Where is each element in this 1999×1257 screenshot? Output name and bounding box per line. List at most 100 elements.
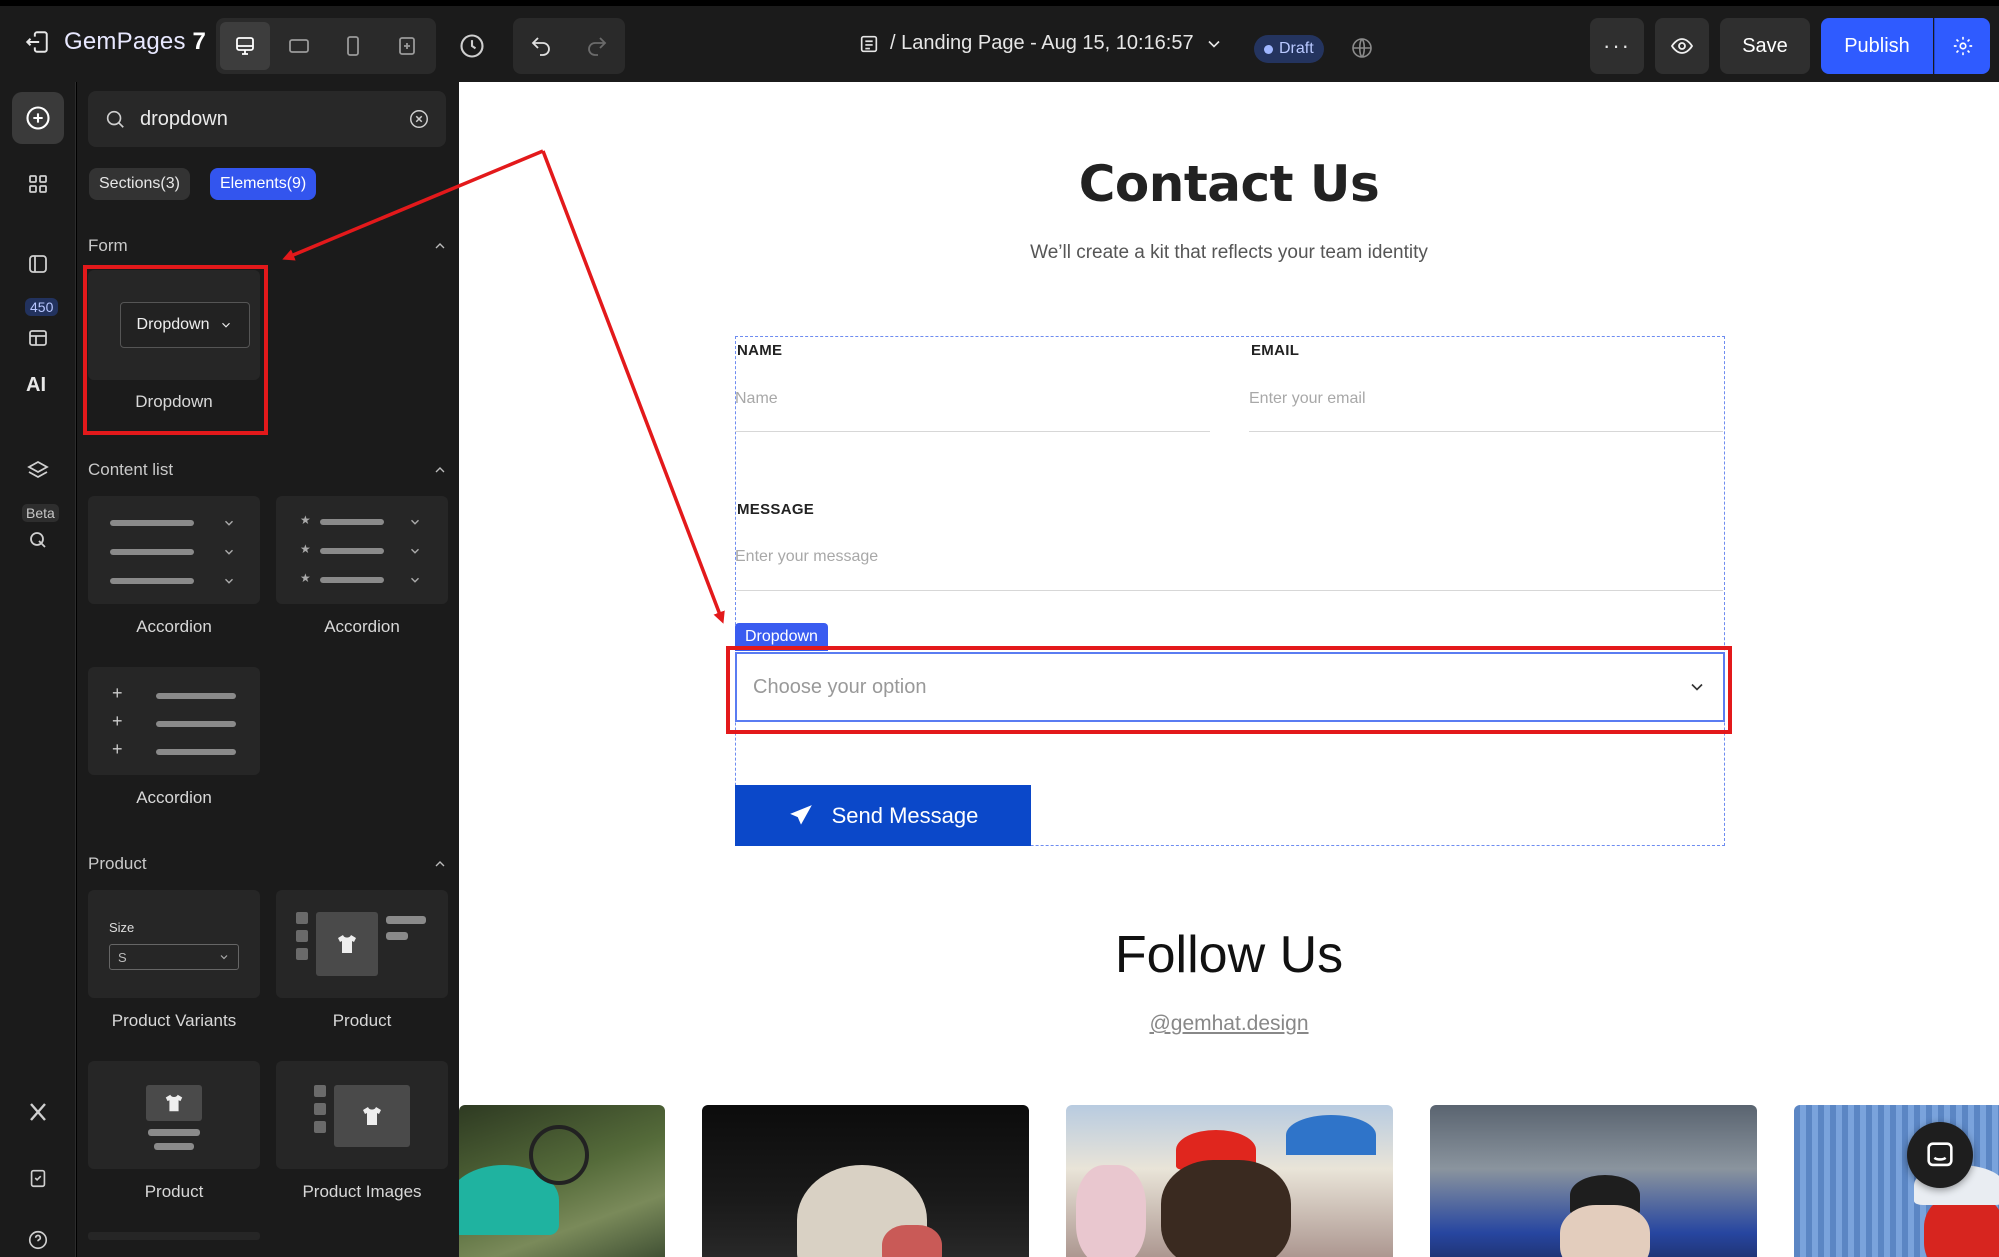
more-options-button[interactable]: ··· bbox=[1590, 18, 1644, 74]
name-underline bbox=[735, 431, 1210, 432]
tshirt-icon bbox=[316, 912, 378, 976]
photo-detail bbox=[1076, 1165, 1146, 1257]
chevron-down-icon bbox=[225, 549, 233, 555]
apps-icon[interactable] bbox=[12, 158, 64, 210]
redo-icon[interactable] bbox=[569, 18, 625, 74]
fit-screen-icon[interactable] bbox=[382, 22, 432, 70]
search-input[interactable] bbox=[140, 107, 390, 131]
message-field[interactable]: Enter your message bbox=[735, 548, 878, 566]
gallery-photo[interactable] bbox=[459, 1105, 665, 1257]
name-label: NAME bbox=[737, 342, 783, 359]
history-icon[interactable] bbox=[458, 32, 486, 60]
preview-line bbox=[386, 916, 426, 924]
element-accordion-star-card[interactable]: ★ ★ ★ bbox=[276, 496, 448, 604]
send-icon bbox=[789, 804, 812, 825]
undo-redo-group bbox=[513, 18, 625, 74]
element-accordion-card[interactable] bbox=[88, 496, 260, 604]
star-icon: ★ bbox=[300, 571, 311, 585]
clear-search-icon[interactable] bbox=[408, 108, 430, 130]
gear-icon bbox=[1953, 36, 1972, 56]
element-accordion-plus-card[interactable]: + + + bbox=[88, 667, 260, 775]
next-card-edge bbox=[88, 1232, 260, 1240]
chat-button[interactable] bbox=[1907, 1122, 1973, 1188]
thumb-preview bbox=[296, 948, 308, 960]
group-product-header[interactable]: Product bbox=[88, 854, 448, 874]
device-switcher bbox=[216, 18, 436, 74]
desktop-view-icon[interactable] bbox=[220, 22, 270, 70]
exit-icon[interactable] bbox=[24, 29, 50, 55]
plus-icon: + bbox=[112, 683, 123, 703]
publish-button[interactable]: Publish bbox=[1821, 18, 1933, 74]
preview-line bbox=[110, 520, 194, 526]
chevron-down-icon bbox=[411, 519, 419, 525]
filter-sections[interactable]: Sections(3) bbox=[89, 168, 190, 200]
highlight-box bbox=[726, 646, 1732, 734]
preview-line bbox=[156, 721, 236, 727]
preview-line bbox=[156, 749, 236, 755]
size-select-preview: S bbox=[109, 944, 239, 970]
element-product-simple-card[interactable] bbox=[88, 1061, 260, 1169]
save-button[interactable]: Save bbox=[1720, 18, 1810, 74]
element-label: Accordion bbox=[136, 788, 212, 807]
email-field[interactable]: Enter your email bbox=[1249, 390, 1366, 408]
preview-line bbox=[320, 548, 384, 554]
thumb-preview bbox=[314, 1121, 326, 1133]
contact-form[interactable] bbox=[735, 336, 1725, 846]
message-underline bbox=[735, 590, 1723, 591]
theme-icon[interactable] bbox=[12, 238, 64, 290]
inspect-icon[interactable] bbox=[12, 514, 64, 566]
contact-subtitle: We’ll create a kit that reflects your te… bbox=[1030, 242, 1428, 263]
x-logo-icon[interactable] bbox=[12, 1086, 64, 1138]
plus-icon: + bbox=[112, 711, 123, 731]
preview-line bbox=[154, 1143, 194, 1150]
chevron-down-icon bbox=[411, 577, 419, 583]
preview-line bbox=[148, 1129, 200, 1136]
size-label: Size bbox=[109, 920, 135, 935]
clipboard-icon[interactable] bbox=[12, 1152, 64, 1204]
chevron-down-icon bbox=[220, 955, 228, 960]
preview-line bbox=[110, 549, 194, 555]
gallery-photo[interactable] bbox=[1066, 1105, 1393, 1257]
ai-icon[interactable]: AI bbox=[26, 374, 46, 397]
group-content-list-header[interactable]: Content list bbox=[88, 460, 448, 480]
eye-icon bbox=[1670, 38, 1694, 54]
preview-line bbox=[386, 932, 408, 940]
name-field[interactable]: Name bbox=[735, 390, 778, 408]
page-icon bbox=[860, 35, 878, 52]
tshirt-icon bbox=[334, 1085, 410, 1147]
filter-elements[interactable]: Elements(9) bbox=[210, 168, 317, 200]
preview-button[interactable] bbox=[1655, 18, 1709, 74]
element-label: Product bbox=[332, 1011, 392, 1030]
element-product-images-card[interactable] bbox=[276, 1061, 448, 1169]
element-label: Accordion bbox=[136, 617, 212, 636]
top-toolbar: GemPages 7 / Landing Page - Aug 15, 10:1… bbox=[0, 0, 1999, 82]
element-label: Product bbox=[144, 1182, 204, 1201]
left-rail: 450 AI Beta bbox=[0, 82, 76, 1257]
gallery-photo[interactable] bbox=[1794, 1105, 1999, 1257]
publish-settings-button[interactable] bbox=[1934, 18, 1990, 74]
gallery-photo[interactable] bbox=[702, 1105, 1029, 1257]
contact-title: Contact Us bbox=[1078, 155, 1380, 213]
group-form-header[interactable]: Form bbox=[88, 236, 448, 256]
element-product-variants-card[interactable]: Size S bbox=[88, 890, 260, 998]
mobile-view-icon[interactable] bbox=[328, 22, 378, 70]
send-message-button[interactable]: Send Message bbox=[735, 785, 1031, 846]
undo-icon[interactable] bbox=[513, 18, 569, 74]
page-selector[interactable]: / Landing Page - Aug 15, 10:16:57 bbox=[858, 32, 1224, 55]
layers-icon[interactable] bbox=[12, 444, 64, 496]
element-product-card[interactable] bbox=[276, 890, 448, 998]
preview-line bbox=[156, 693, 236, 699]
send-label: Send Message bbox=[831, 802, 979, 828]
globe-icon[interactable] bbox=[1350, 36, 1374, 65]
star-icon: ★ bbox=[300, 542, 311, 556]
group-title: Product bbox=[88, 854, 147, 873]
add-element-icon[interactable] bbox=[12, 92, 64, 144]
thumb-preview bbox=[296, 912, 308, 924]
tablet-landscape-icon[interactable] bbox=[274, 22, 324, 70]
email-underline bbox=[1249, 431, 1723, 432]
email-label: EMAIL bbox=[1251, 342, 1300, 359]
social-handle-link[interactable]: @gemhat.design bbox=[459, 1012, 1999, 1036]
library-icon[interactable] bbox=[12, 312, 64, 364]
gallery-photo[interactable] bbox=[1430, 1105, 1757, 1257]
help-icon[interactable] bbox=[12, 1214, 64, 1257]
